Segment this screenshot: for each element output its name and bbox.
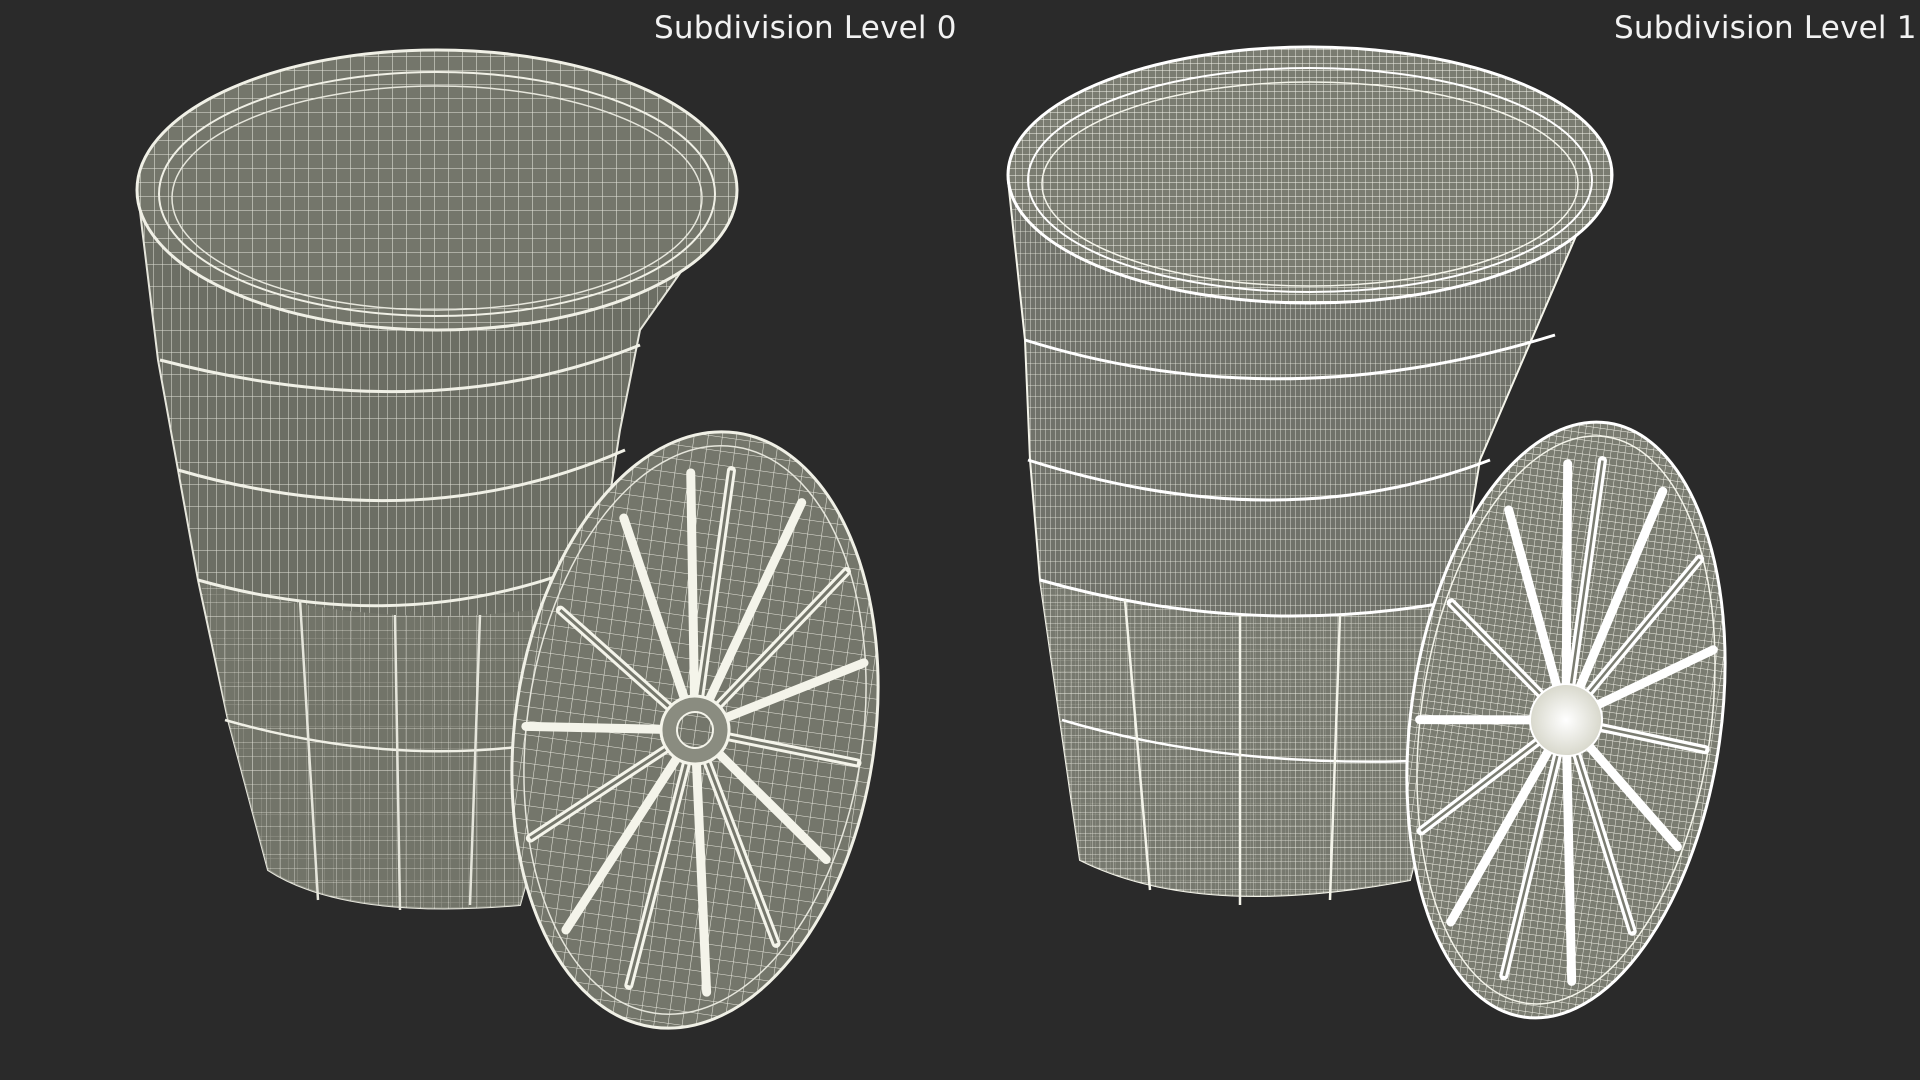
barrel-level-1 [1006,45,1727,1020]
wireframe-render [135,45,1727,1030]
barrel-level-0 [135,48,880,1030]
caption-subdivision-level-1: Subdivision Level 1 [1614,10,1917,46]
render-viewport: Subdivision Level 0 Subdivision Level 1 [0,0,1920,1080]
caption-subdivision-level-0: Subdivision Level 0 [654,10,957,46]
